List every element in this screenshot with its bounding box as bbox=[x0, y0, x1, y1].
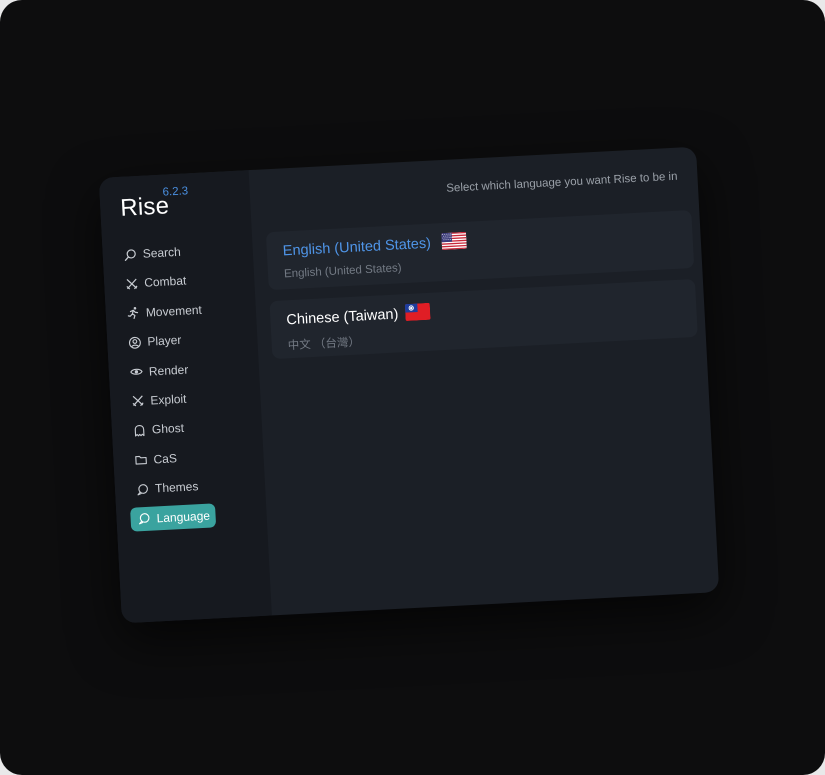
sidebar-item-label: Ghost bbox=[151, 421, 185, 437]
crossed-swords-icon bbox=[131, 394, 145, 408]
sidebar-item-label: Combat bbox=[143, 273, 187, 291]
sidebar-item-exploit[interactable]: Exploit bbox=[124, 384, 245, 414]
sidebar: Rise 6.2.3 Search Combat Movement Player… bbox=[98, 170, 272, 624]
sidebar-item-render[interactable]: Render bbox=[122, 354, 243, 384]
settings-panel: Rise 6.2.3 Search Combat Movement Player… bbox=[98, 146, 720, 624]
sidebar-item-label: Language bbox=[156, 508, 211, 525]
eye-icon bbox=[130, 365, 144, 379]
taiwan-flag-icon bbox=[404, 302, 431, 322]
us-flag-icon bbox=[441, 231, 467, 251]
folder-icon bbox=[134, 453, 148, 467]
running-icon bbox=[127, 306, 141, 320]
sidebar-item-language[interactable]: Language bbox=[130, 502, 217, 532]
chat-bubble-icon bbox=[136, 482, 150, 496]
language-name: Chinese (Taiwan) bbox=[286, 306, 399, 329]
sidebar-item-label: CaS bbox=[153, 450, 178, 467]
app-version: 6.2.3 bbox=[162, 185, 189, 199]
sidebar-item-label: Movement bbox=[145, 302, 203, 320]
ghost-icon bbox=[133, 424, 147, 438]
chat-bubble-icon bbox=[137, 512, 151, 526]
sidebar-item-movement[interactable]: Movement bbox=[119, 296, 240, 326]
sidebar-item-label: Themes bbox=[154, 479, 199, 496]
sidebar-item-player[interactable]: Player bbox=[121, 325, 242, 355]
sidebar-item-cas[interactable]: CaS bbox=[127, 442, 248, 472]
sidebar-item-label: Render bbox=[148, 362, 189, 379]
language-native-name: 中文 （台灣） bbox=[287, 336, 361, 353]
app-window: Rise 6.2.3 Search Combat Movement Player… bbox=[0, 0, 825, 775]
sidebar-item-label: Player bbox=[147, 333, 182, 349]
language-option-english-us[interactable]: English (United States) English (United … bbox=[265, 209, 695, 291]
language-native-name: English (United States) bbox=[283, 262, 402, 281]
crossed-swords-icon bbox=[125, 277, 139, 291]
main-content: Select which language you want Rise to b… bbox=[249, 147, 720, 616]
sidebar-item-label: Search bbox=[142, 244, 182, 261]
sidebar-item-search[interactable]: Search bbox=[116, 237, 237, 267]
page-description: Select which language you want Rise to b… bbox=[446, 170, 678, 195]
sidebar-nav: Search Combat Movement Player Render Exp… bbox=[116, 237, 251, 537]
sidebar-item-themes[interactable]: Themes bbox=[128, 472, 249, 502]
user-circle-icon bbox=[128, 336, 142, 350]
language-name: English (United States) bbox=[282, 235, 432, 260]
sidebar-item-combat[interactable]: Combat bbox=[118, 266, 239, 296]
search-icon bbox=[123, 248, 137, 262]
sidebar-item-label: Exploit bbox=[150, 391, 187, 408]
sidebar-item-ghost[interactable]: Ghost bbox=[125, 413, 246, 443]
language-option-chinese-taiwan[interactable]: Chinese (Taiwan) 中文 （台灣） bbox=[269, 278, 698, 360]
